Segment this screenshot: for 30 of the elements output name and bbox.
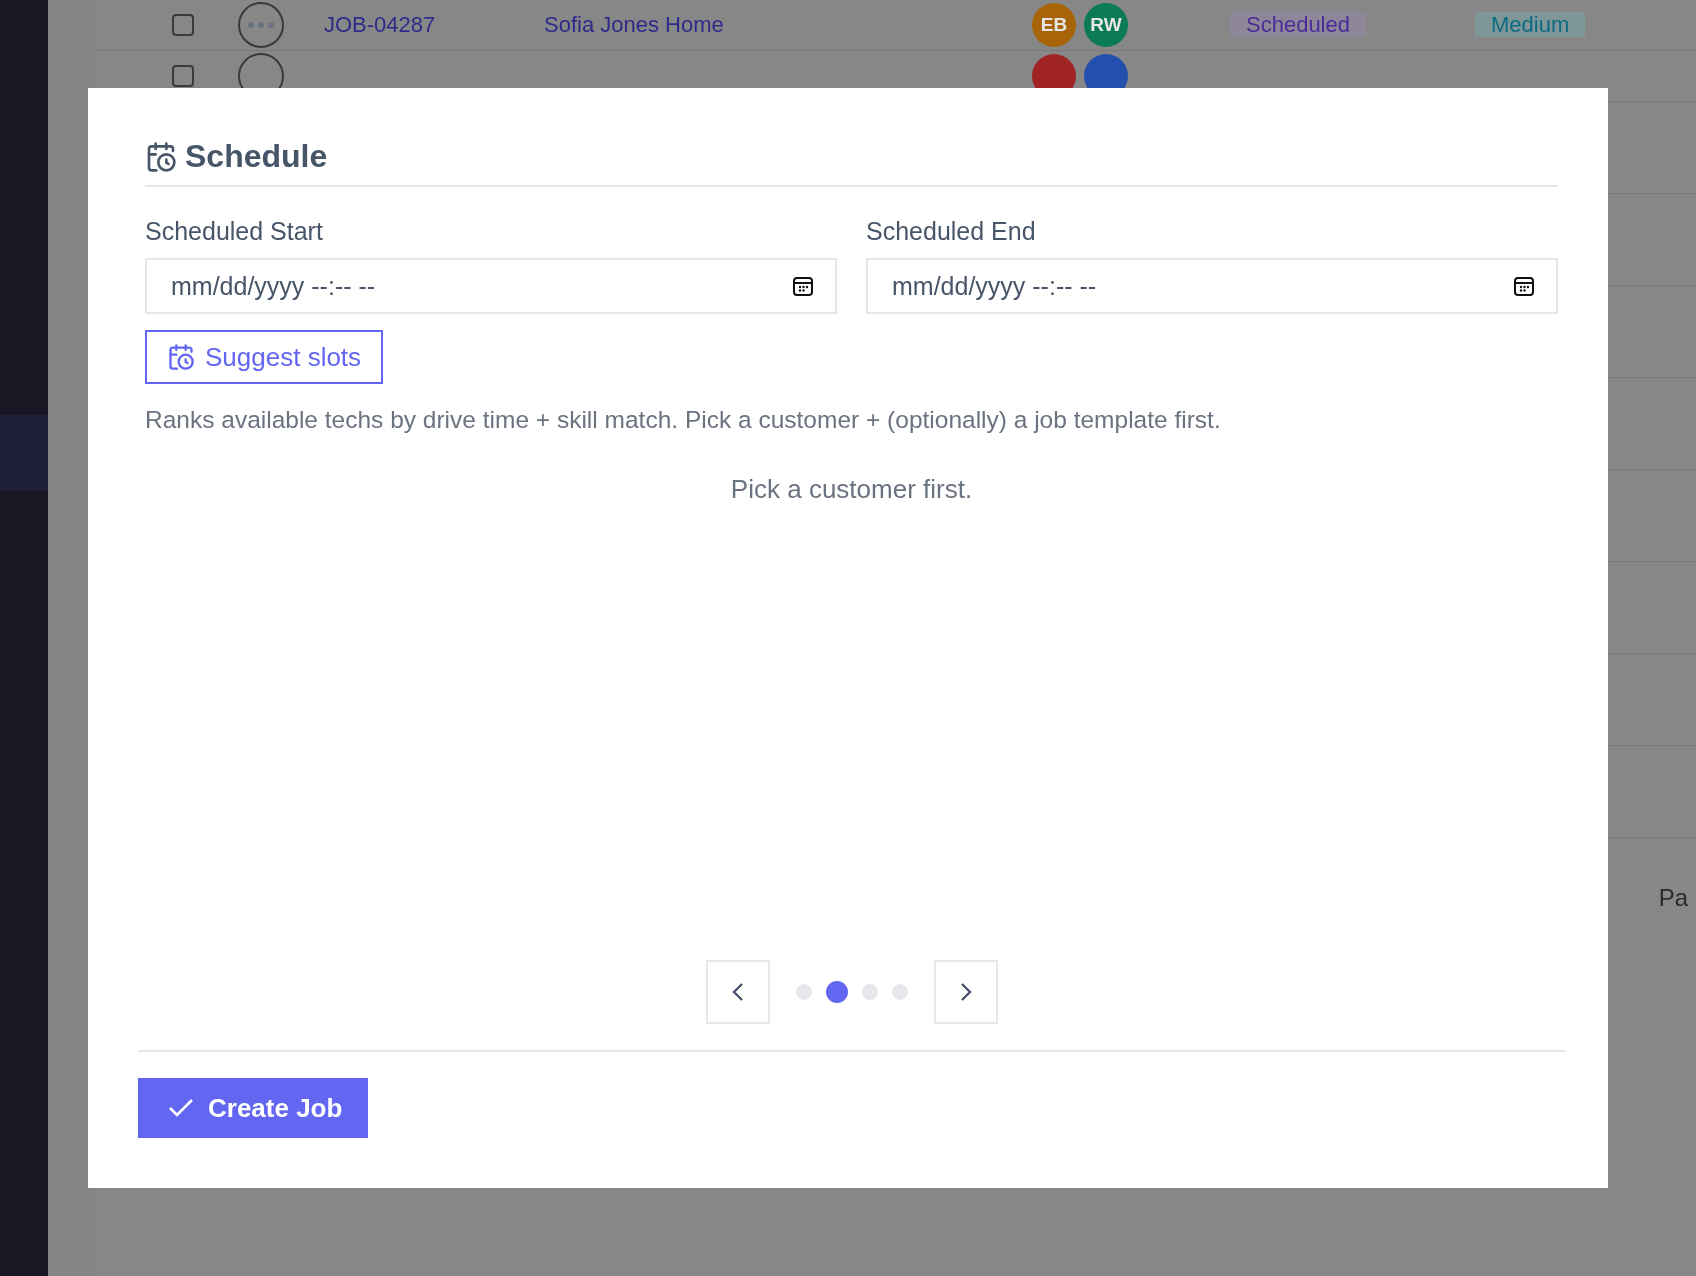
customer-link[interactable]: Sofia Jones Home [544,12,724,37]
create-job-button[interactable]: Create Job [138,1078,369,1138]
avatar: EB [1032,3,1076,47]
row-checkbox[interactable] [172,14,194,36]
check-icon [168,1098,194,1118]
section-title: Schedule [185,138,328,175]
chevron-left-icon [731,982,744,1002]
calendar-clock-icon [167,343,195,371]
date-time-field[interactable]: mm/dd/yyyy --:-- -- [145,258,837,314]
page-dot[interactable] [795,984,812,1000]
avatar: RW [1084,3,1128,47]
field-label: Scheduled End [866,217,1037,246]
more-button[interactable] [238,2,284,48]
page-dot[interactable] [891,984,908,1000]
help-text: Ranks available techs by drive time + skill match. Pick a customer + (optionally) a job template first. [145,406,1222,434]
pagination-label: Pa [1658,884,1688,912]
ellipsis-icon [248,22,274,28]
calendar-clock-icon [145,140,177,173]
calendar-icon[interactable] [1512,274,1536,298]
chevron-right-icon [959,982,972,1002]
priority-tag: Medium [1475,12,1586,37]
page-dot[interactable] [825,981,848,1003]
suggest-slots-button[interactable]: Suggest slots [145,330,384,384]
page-dot[interactable] [861,984,878,1000]
status-tag: Scheduled [1230,12,1366,37]
calendar-icon[interactable] [791,274,815,298]
empty-message: Pick a customer first. [729,474,974,505]
date-time-field[interactable]: mm/dd/yyyy --:-- -- [866,258,1558,314]
field-label: Scheduled Start [145,217,324,246]
job-link[interactable]: JOB-04287 [324,12,436,37]
